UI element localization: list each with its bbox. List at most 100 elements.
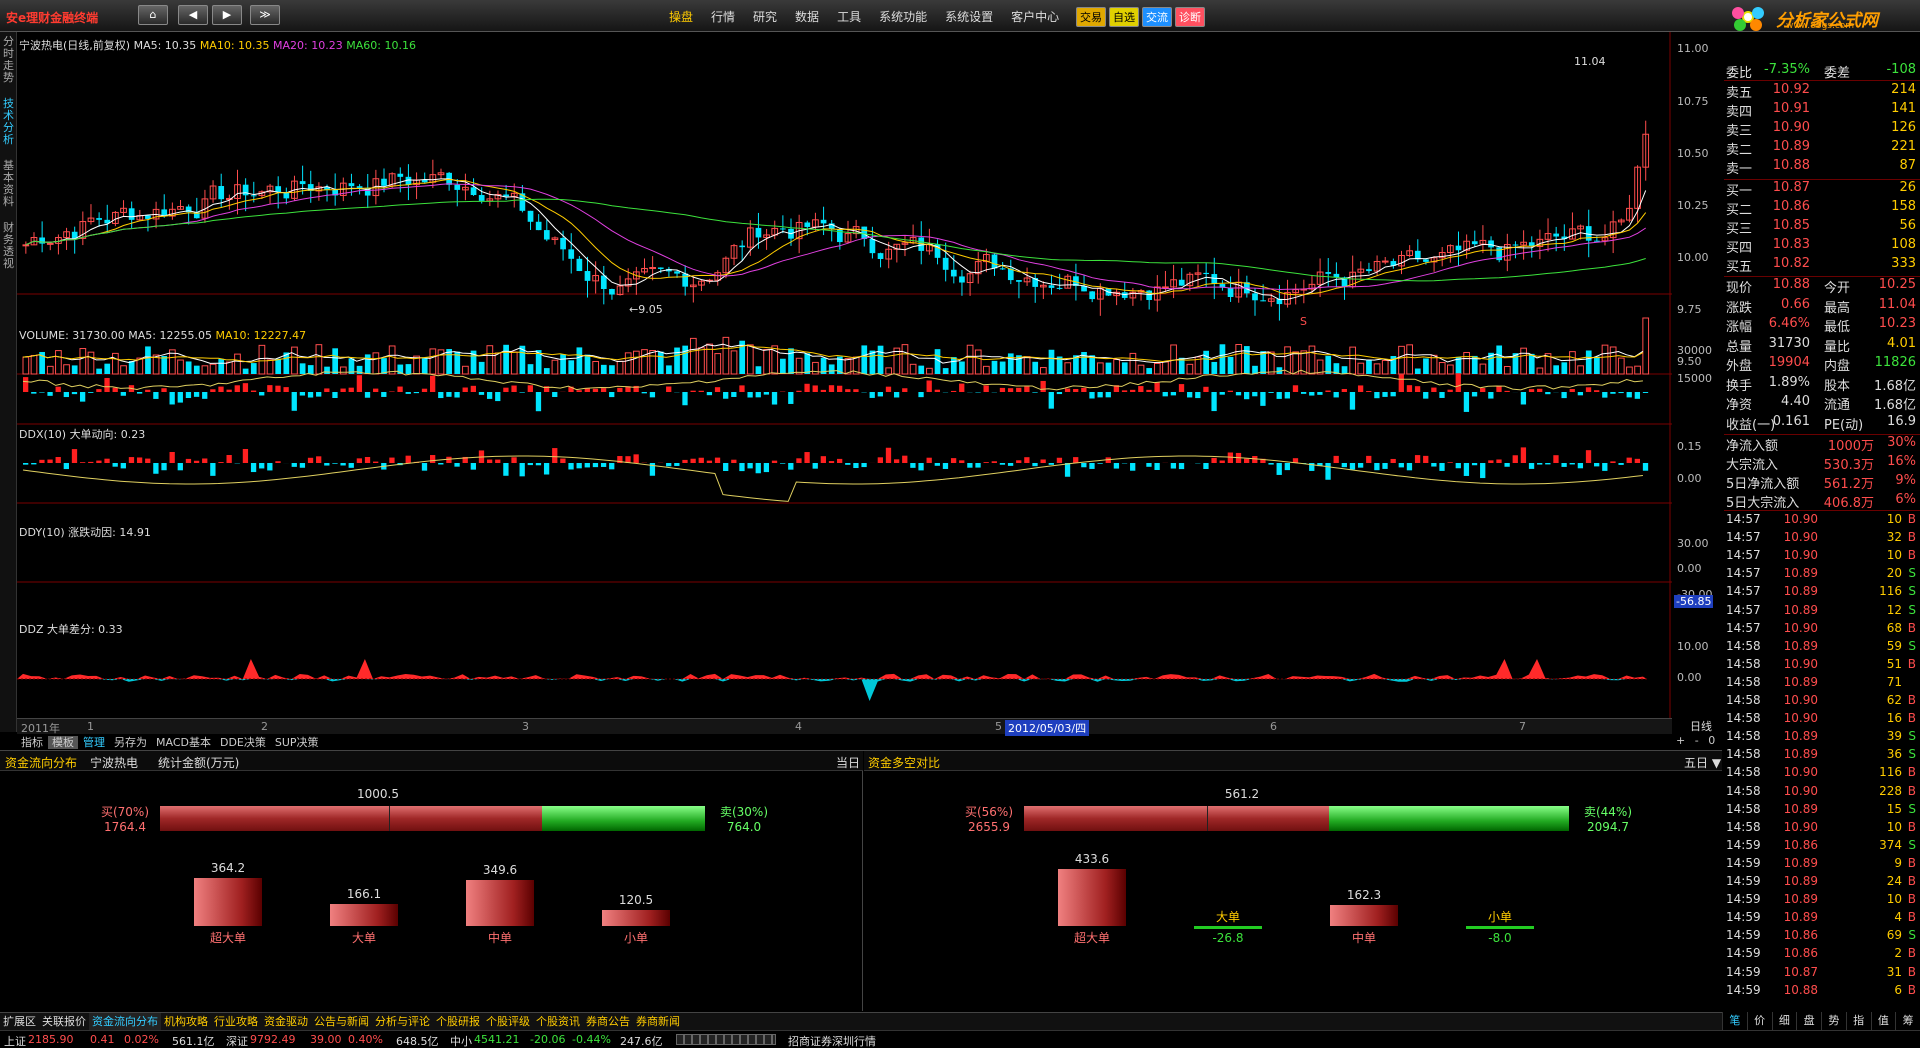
ddy-bar	[71, 449, 78, 463]
volume-bar	[584, 354, 591, 374]
ddy-bar	[902, 455, 908, 463]
side-tab-1[interactable]: 技术分析	[1, 98, 16, 146]
ddx-bar	[690, 390, 696, 392]
quick-button-0[interactable]: 交易	[1076, 7, 1106, 27]
candle-body	[250, 195, 257, 197]
menu-item-0[interactable]: 操盘	[660, 8, 702, 25]
menu-item-2[interactable]: 研究	[744, 8, 786, 25]
menu-item-4[interactable]: 工具	[828, 8, 870, 25]
bottom-tab-1[interactable]: 关联报价	[39, 1013, 89, 1031]
menu-item-3[interactable]: 数据	[786, 8, 828, 25]
ddx-bar	[421, 388, 428, 392]
bottom-tab-6[interactable]: 公告与新闻	[311, 1013, 372, 1031]
bottom-tab-3[interactable]: 机构攻略	[161, 1013, 211, 1031]
zoom-in-button[interactable]: +	[1676, 734, 1685, 747]
right-tab-4[interactable]: 势	[1821, 1012, 1846, 1030]
flow-bar-name: 大单	[1215, 910, 1240, 924]
ddy-bar	[812, 463, 818, 469]
right-tab-3[interactable]: 盘	[1796, 1012, 1821, 1030]
ddx-bar	[666, 386, 672, 392]
right-tab-5[interactable]: 指	[1845, 1012, 1871, 1030]
tick-row: 14:58 10.90 116 B	[1726, 765, 1916, 780]
ddy-bar	[820, 456, 827, 463]
period-label[interactable]: 日线	[1690, 718, 1712, 734]
quick-button-3[interactable]: 诊断	[1175, 7, 1205, 27]
bottom-tab-5[interactable]: 资金驱动	[261, 1013, 311, 1031]
ddy-bar	[1626, 457, 1632, 463]
candle-body	[470, 187, 477, 196]
zx-label: 中小	[450, 1035, 472, 1048]
sz-label: 深证	[226, 1035, 248, 1048]
ddx-bar	[902, 388, 908, 392]
ddx-bar	[1292, 385, 1299, 392]
ddy-bar	[861, 463, 867, 468]
bottom-tab-11[interactable]: 券商公告	[583, 1013, 633, 1031]
bottom-tab-2[interactable]: 资金流向分布	[89, 1013, 161, 1031]
right-tab-7[interactable]: 筹	[1895, 1012, 1920, 1030]
bottom-tab-7[interactable]: 分析与评论	[372, 1013, 433, 1031]
right-tab-2[interactable]: 细	[1771, 1012, 1797, 1030]
ddy-bar	[259, 463, 265, 469]
volume-bar	[714, 353, 722, 375]
ddx-bar	[1333, 392, 1339, 398]
zoom-out-button[interactable]: -	[1695, 734, 1699, 747]
side-tab-3[interactable]: 财务透视	[1, 222, 16, 270]
kline-chart-area[interactable]: 宁波热电(日线,前复权) MA5: 10.35 MA10: 10.35 MA20…	[17, 32, 1714, 736]
volume-bar	[112, 352, 119, 375]
menu-item-6[interactable]: 系统设置	[936, 8, 1002, 25]
bottom-tab-4[interactable]: 行业攻略	[211, 1013, 261, 1031]
candle-body	[1455, 245, 1462, 251]
bottom-tab-9[interactable]: 个股评级	[483, 1013, 533, 1031]
flow-bar-negative	[1466, 926, 1534, 929]
tick-row: 14:59 10.88 6 B	[1726, 982, 1916, 997]
tool-tab-5[interactable]: DDE决策	[216, 736, 270, 749]
volume-bar	[104, 363, 111, 374]
ddx-bar	[88, 392, 94, 393]
bottom-tab-12[interactable]: 券商新闻	[633, 1013, 683, 1031]
tool-tab-4[interactable]: MACD基本	[152, 736, 215, 749]
volume-bar	[1447, 364, 1454, 375]
ddx-bar	[470, 385, 476, 392]
volume-bar	[381, 358, 387, 374]
zoom-reset-button[interactable]: 0	[1708, 734, 1715, 747]
right-tab-1[interactable]: 价	[1746, 1012, 1772, 1030]
menu-item-1[interactable]: 行情	[702, 8, 744, 25]
ddx-bar	[609, 392, 615, 398]
ddx-bar	[23, 377, 29, 392]
menu-item-5[interactable]: 系统功能	[870, 8, 936, 25]
main-menu: 操盘 行情 研究 数据 工具 系统功能 系统设置 客户中心	[660, 8, 1068, 25]
quick-button-1[interactable]: 自选	[1109, 7, 1139, 27]
right-tab-6[interactable]: 值	[1870, 1012, 1896, 1030]
panel-separator	[1724, 434, 1920, 435]
home-button[interactable]: ⌂	[138, 5, 168, 25]
tool-tab-6[interactable]: SUP决策	[271, 736, 323, 749]
back-button[interactable]: ◀	[178, 5, 208, 25]
candle-body	[1146, 290, 1153, 300]
volume-bar	[1594, 356, 1600, 374]
ddx-bar	[739, 385, 745, 392]
ddx-bar	[747, 392, 753, 398]
quick-button-2[interactable]: 交流	[1142, 7, 1172, 27]
bottom-tab-10[interactable]: 个股资讯	[533, 1013, 583, 1031]
ddx-bar	[1203, 386, 1209, 392]
forward-button[interactable]: ▶	[212, 5, 242, 25]
more-button[interactable]: ≫	[250, 5, 280, 25]
month-label: 1	[87, 720, 94, 733]
ddx-bar	[1398, 374, 1404, 392]
tool-tab-1[interactable]: 模板	[48, 736, 78, 749]
ddx-bar	[1585, 387, 1592, 392]
ddx-bar	[649, 392, 656, 398]
ddy-bar	[31, 463, 37, 465]
side-tab-2[interactable]: 基本资料	[1, 160, 16, 208]
net-marker	[1207, 806, 1209, 831]
tool-tab-2[interactable]: 管理	[79, 736, 109, 749]
bottom-tab-8[interactable]: 个股研报	[433, 1013, 483, 1031]
bottom-tab-0[interactable]: 扩展区	[0, 1013, 39, 1031]
right-tab-0[interactable]: 笔	[1722, 1012, 1747, 1030]
ddx-bar	[1317, 392, 1323, 395]
zx-percent: -0.44%	[572, 1033, 611, 1046]
tool-tab-0[interactable]: 指标	[17, 736, 47, 749]
menu-item-7[interactable]: 客户中心	[1002, 8, 1068, 25]
tool-tab-3[interactable]: 另存为	[110, 736, 151, 749]
side-tab-0[interactable]: 分时走势	[1, 36, 16, 84]
